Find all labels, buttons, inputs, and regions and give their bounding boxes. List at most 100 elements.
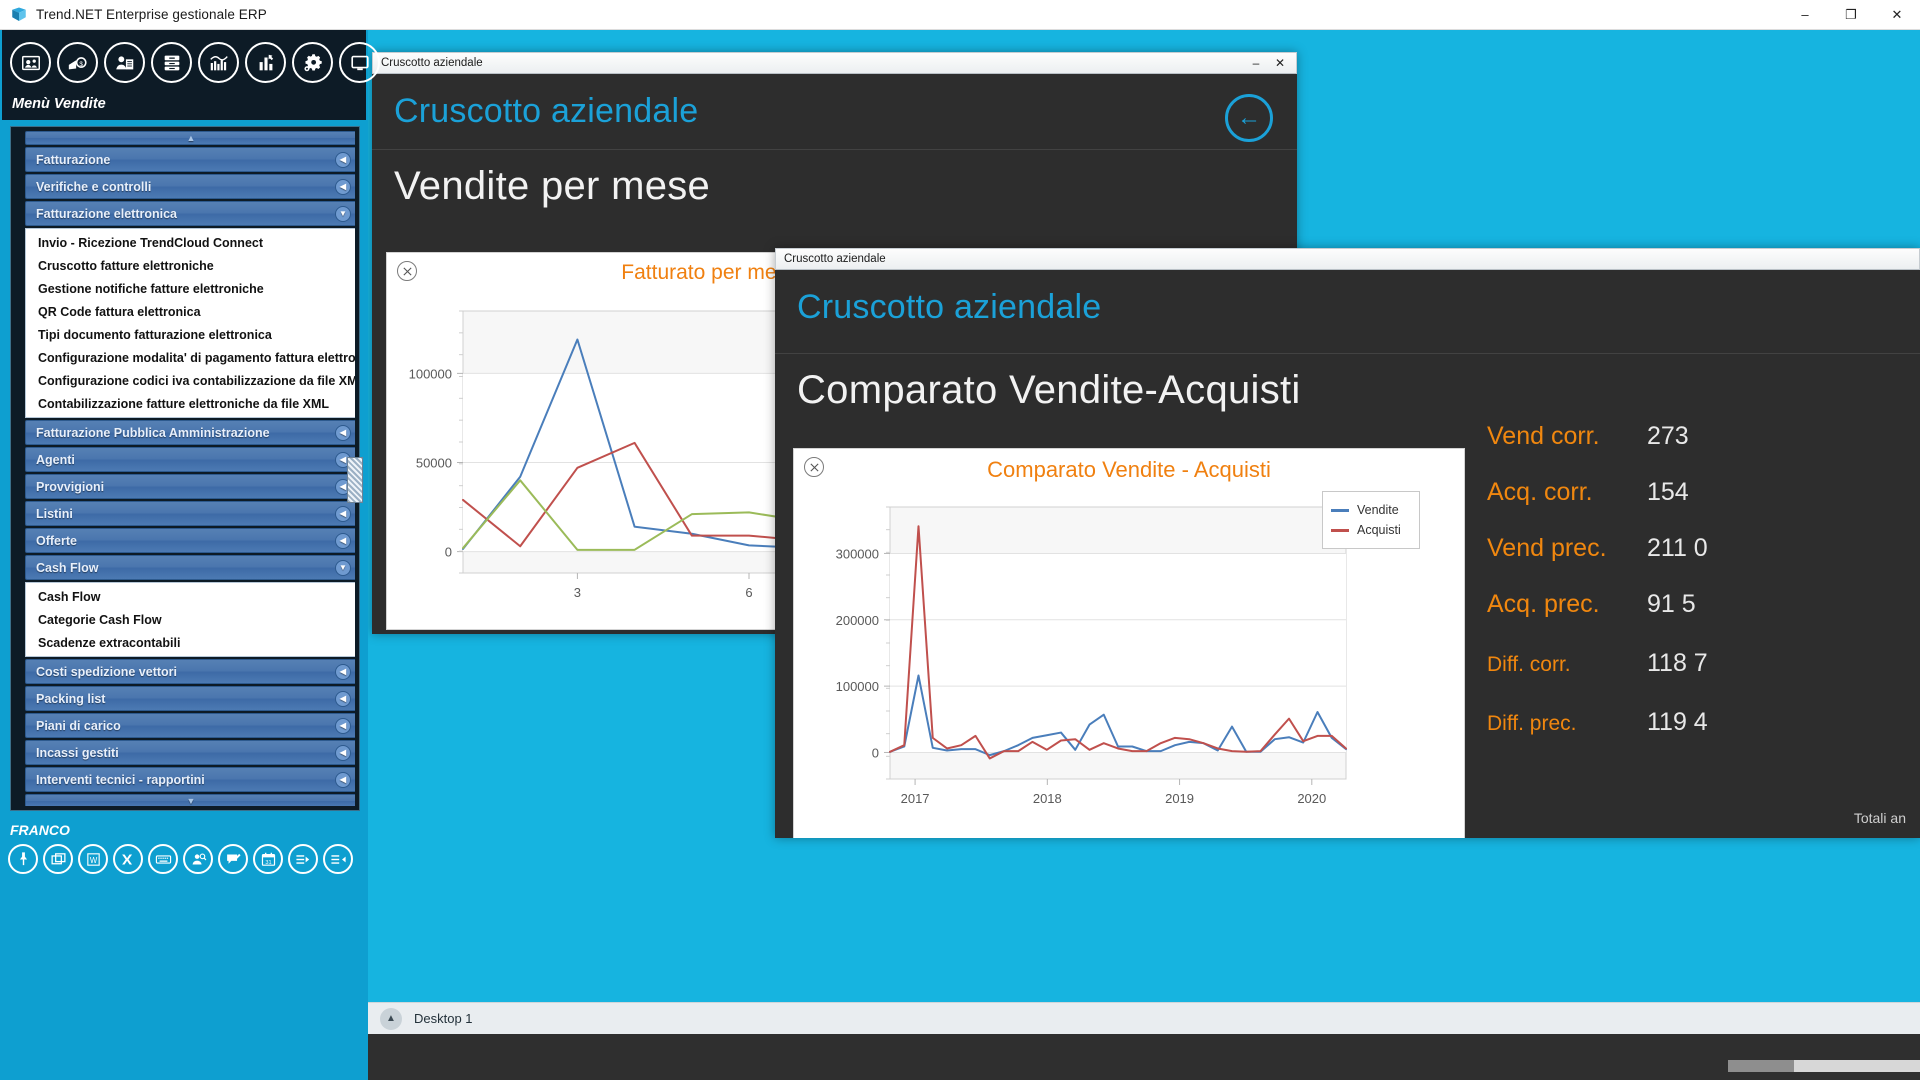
triangle-icon: ▲ xyxy=(186,133,196,143)
chevron-down-icon[interactable]: ▼ xyxy=(335,205,351,222)
sidebar-item[interactable]: Contabilizzazione fatture elettroniche d… xyxy=(26,392,355,415)
chevron-left-icon[interactable]: ◀ xyxy=(335,717,351,734)
chevron-down-icon[interactable]: ▼ xyxy=(335,559,351,576)
sidebar-item[interactable]: Configurazione modalita' di pagamento fa… xyxy=(26,346,355,369)
window-titlebar-front[interactable]: Cruscotto aziendale xyxy=(775,248,1920,270)
sidebar-group-fatturazione-pubblica-amministrazione[interactable]: Fatturazione Pubblica Amministrazione ◀ xyxy=(25,420,355,445)
sidebar-item[interactable]: Tipi documento fatturazione elettronica xyxy=(26,323,355,346)
archive-icon[interactable] xyxy=(151,42,192,83)
sidebar-group-interventi-tecnici-rapportini[interactable]: Interventi tecnici - rapportini ◀ xyxy=(25,767,355,792)
chevron-left-icon[interactable]: ◀ xyxy=(335,744,351,761)
kpi-value: 211 0 xyxy=(1647,534,1708,562)
task-view-icon[interactable]: ▲ xyxy=(380,1007,402,1030)
chart-legend-comparato: Vendite Acquisti xyxy=(1322,491,1420,549)
sidebar-group-fatturazione-elettronica[interactable]: Fatturazione elettronica ▼ xyxy=(25,201,355,226)
menu-scroll-down[interactable]: ▼ xyxy=(25,794,355,806)
person-document-icon[interactable] xyxy=(104,42,145,83)
chart-wave-icon[interactable] xyxy=(198,42,239,83)
window-comparato[interactable]: Cruscotto aziendale Cruscotto aziendale … xyxy=(775,248,1920,838)
chevron-left-icon[interactable]: ◀ xyxy=(335,532,351,549)
sidebar-group-packing-list[interactable]: Packing list ◀ xyxy=(25,686,355,711)
chevron-left-icon[interactable]: ◀ xyxy=(335,151,351,168)
svg-text:2020: 2020 xyxy=(1297,791,1326,806)
calendar-icon[interactable]: 31 xyxy=(253,844,283,874)
excel-icon[interactable] xyxy=(113,844,143,874)
legend-row-vendite: Vendite xyxy=(1331,500,1407,520)
chat-icon[interactable] xyxy=(218,844,248,874)
kpi-value: 154 xyxy=(1647,478,1689,506)
monitor-icon[interactable] xyxy=(339,42,380,83)
money-icon[interactable]: $ xyxy=(57,42,98,83)
chevron-left-icon[interactable]: ◀ xyxy=(335,505,351,522)
chevron-left-icon[interactable]: ◀ xyxy=(335,771,351,788)
sidebar-scrollbar-thumb[interactable] xyxy=(347,457,363,503)
sidebar: $ Menù Vendite ▲ Fatturazione ◀ Verifich… xyxy=(0,30,380,1080)
settings-gears-icon[interactable] xyxy=(292,42,333,83)
sidebar-item[interactable]: Configurazione codici iva contabilizzazi… xyxy=(26,369,355,392)
sidebar-item[interactable]: Cruscotto fatture elettroniche xyxy=(26,254,355,277)
users-group-icon[interactable] xyxy=(10,42,51,83)
taskbar: ▲ Desktop 1 xyxy=(368,1002,1920,1034)
sidebar-group-listini[interactable]: Listini ◀ xyxy=(25,501,355,526)
sidebar-group-verifiche-e-controlli[interactable]: Verifiche e controlli ◀ xyxy=(25,174,355,199)
sidebar-group-cash-flow[interactable]: Cash Flow ▼ xyxy=(25,555,355,580)
kpi-value: 91 5 xyxy=(1647,590,1696,618)
sidebar-group-label: Fatturazione elettronica xyxy=(36,206,177,221)
bar-chart-icon[interactable] xyxy=(245,42,286,83)
sidebar-group-label: Interventi tecnici - rapportini xyxy=(36,772,205,787)
chart-tools-icon[interactable] xyxy=(397,261,417,281)
sidebar-group-incassi-gestiti[interactable]: Incassi gestiti ◀ xyxy=(25,740,355,765)
sidebar-group-label: Verifiche e controlli xyxy=(36,179,152,194)
sidebar-item[interactable]: Cash Flow xyxy=(26,585,355,608)
dashboard-subheading-back: Vendite per mese xyxy=(394,164,711,208)
svg-text:50000: 50000 xyxy=(416,455,452,470)
pin-icon[interactable] xyxy=(8,844,38,874)
sidebar-group-provvigioni[interactable]: Provvigioni ◀ xyxy=(25,474,355,499)
list-out-icon[interactable] xyxy=(288,844,318,874)
sidebar-item[interactable]: QR Code fattura elettronica xyxy=(26,300,355,323)
sidebar-menu-scrollarea[interactable]: ▲ Fatturazione ◀ Verifiche e controlli ◀ Fatt… xyxy=(17,131,355,806)
close-button[interactable]: ✕ xyxy=(1874,0,1920,30)
window-title-front: Cruscotto aziendale xyxy=(784,253,886,265)
desktop-label[interactable]: Desktop 1 xyxy=(414,1011,473,1026)
keyboard-icon[interactable] xyxy=(148,844,178,874)
list-in-icon[interactable] xyxy=(323,844,353,874)
sidebar-item[interactable]: Invio - Ricezione TrendCloud Connect xyxy=(26,231,355,254)
windows-icon[interactable] xyxy=(43,844,73,874)
menu-scroll-up[interactable]: ▲ xyxy=(25,131,355,145)
window-titlebar-back[interactable]: Cruscotto aziendale – ✕ xyxy=(372,52,1297,74)
chart-tools-icon-2[interactable] xyxy=(804,457,824,477)
horizontal-scrollbar[interactable] xyxy=(1728,1060,1920,1072)
sidebar-item[interactable]: Gestione notifiche fatture elettroniche xyxy=(26,277,355,300)
sidebar-group-piani-di-carico[interactable]: Piani di carico ◀ xyxy=(25,713,355,738)
chevron-left-icon[interactable]: ◀ xyxy=(335,424,351,441)
sidebar-user-area: FRANCO W 31 xyxy=(0,816,368,896)
word-icon[interactable]: W xyxy=(78,844,108,874)
sidebar-menu-frame: ▲ Fatturazione ◀ Verifiche e controlli ◀ Fatt… xyxy=(10,126,363,811)
window-close-back[interactable]: ✕ xyxy=(1268,53,1292,73)
sidebar-item[interactable]: Scadenze extracontabili xyxy=(26,631,355,654)
svg-text:6: 6 xyxy=(745,585,752,600)
window-controls-back: – ✕ xyxy=(1244,53,1296,73)
sidebar-group-agenti[interactable]: Agenti ◀ xyxy=(25,447,355,472)
chevron-left-icon[interactable]: ◀ xyxy=(335,663,351,680)
sidebar-group-offerte[interactable]: Offerte ◀ xyxy=(25,528,355,553)
minimize-button[interactable]: – xyxy=(1782,0,1828,30)
kpi-row: Vend prec. 211 0 xyxy=(1487,534,1907,563)
sidebar-group-fatturazione[interactable]: Fatturazione ◀ xyxy=(25,147,355,172)
chart-title-comparato: Comparato Vendite - Acquisti xyxy=(987,457,1271,482)
svg-text:31: 31 xyxy=(265,859,271,865)
svg-text:W: W xyxy=(89,856,97,865)
chevron-left-icon[interactable]: ◀ xyxy=(335,178,351,195)
sidebar-group-label: Cash Flow xyxy=(36,560,99,575)
legend-swatch-acquisti xyxy=(1331,528,1349,532)
user-search-icon[interactable] xyxy=(183,844,213,874)
horizontal-scrollbar-thumb[interactable] xyxy=(1728,1060,1794,1072)
sidebar-group-costi-spedizione-vettori[interactable]: Costi spedizione vettori ◀ xyxy=(25,659,355,684)
maximize-button[interactable]: ❐ xyxy=(1828,0,1874,30)
chevron-left-icon[interactable]: ◀ xyxy=(335,690,351,707)
back-button[interactable]: ← xyxy=(1225,94,1273,142)
sidebar-item[interactable]: Categorie Cash Flow xyxy=(26,608,355,631)
window-minimize-back[interactable]: – xyxy=(1244,53,1268,73)
svg-text:0: 0 xyxy=(445,545,452,560)
